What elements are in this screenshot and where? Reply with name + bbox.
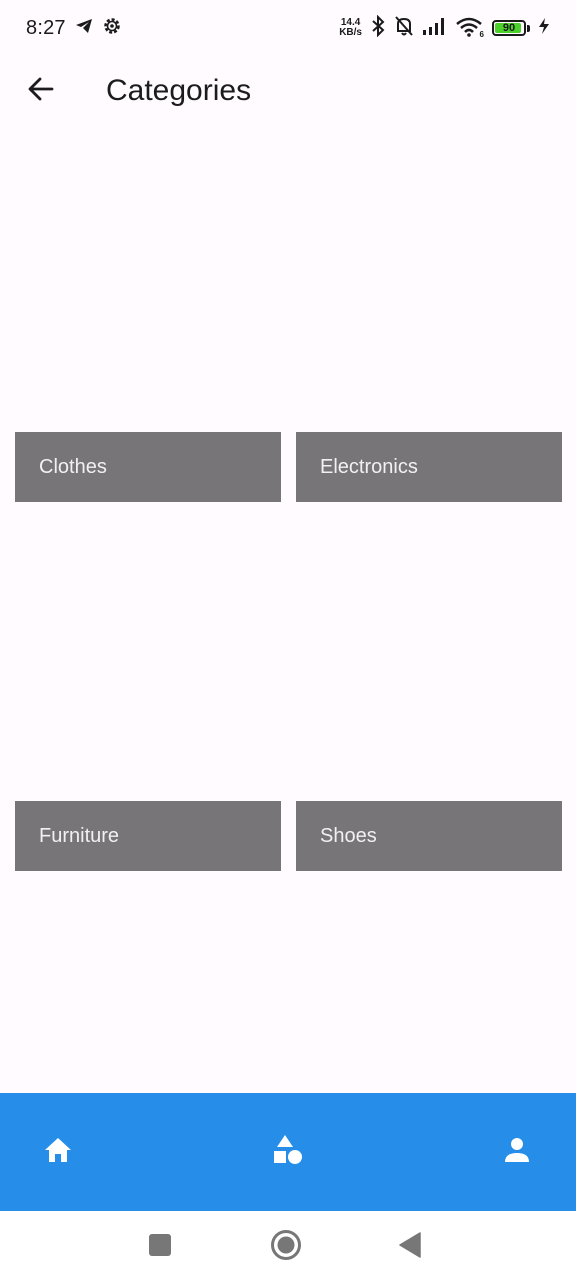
home-system-button[interactable]	[264, 1225, 308, 1269]
status-left: 8:27	[26, 16, 122, 41]
bottom-navigation	[0, 1093, 576, 1211]
status-time: 8:27	[26, 16, 66, 39]
net-speed-unit: KB/s	[339, 27, 362, 38]
category-tile-shoes[interactable]: Shoes	[296, 801, 562, 871]
category-label: Furniture	[39, 824, 120, 847]
category-label: Clothes	[39, 455, 107, 478]
status-bar: 8:27 14.4 KB/s 6 90	[0, 0, 576, 56]
battery-body: 90	[492, 20, 526, 36]
person-icon	[502, 1135, 532, 1170]
back-triangle-icon	[398, 1231, 422, 1263]
category-label: Shoes	[320, 824, 377, 847]
telegram-icon	[74, 16, 94, 41]
signal-icon	[422, 16, 448, 41]
category-tile-furniture[interactable]: Furniture	[15, 801, 281, 871]
battery-cap	[527, 24, 530, 32]
nav-item-categories[interactable]	[240, 1093, 336, 1211]
network-speed: 14.4 KB/s	[339, 18, 362, 38]
bluetooth-icon	[370, 14, 386, 42]
bell-muted-icon	[394, 15, 414, 42]
category-tile-clothes[interactable]: Clothes	[15, 432, 281, 502]
battery-icon: 90	[492, 20, 530, 36]
categories-icon	[271, 1133, 305, 1172]
back-system-button[interactable]	[388, 1225, 432, 1269]
page-title: Categories	[106, 74, 252, 107]
nav-item-profile[interactable]	[469, 1093, 565, 1211]
charging-icon	[538, 17, 550, 40]
category-tile-electronics[interactable]: Electronics	[296, 432, 562, 502]
status-right: 14.4 KB/s 6 90	[339, 14, 550, 42]
recents-button[interactable]	[138, 1225, 182, 1269]
wifi-icon: 6	[456, 17, 484, 39]
category-label: Electronics	[320, 455, 418, 478]
wifi-badge: 6	[479, 30, 484, 39]
arrow-back-icon	[27, 75, 55, 108]
home-icon	[42, 1134, 74, 1171]
system-navigation-bar	[0, 1211, 576, 1280]
battery-level: 90	[502, 22, 516, 34]
settings-gear-icon	[102, 16, 122, 41]
app-bar: Categories	[0, 56, 576, 126]
home-circle-icon	[270, 1229, 302, 1266]
recents-square-icon	[148, 1233, 172, 1262]
back-button[interactable]	[15, 65, 67, 117]
nav-item-home[interactable]	[10, 1093, 106, 1211]
